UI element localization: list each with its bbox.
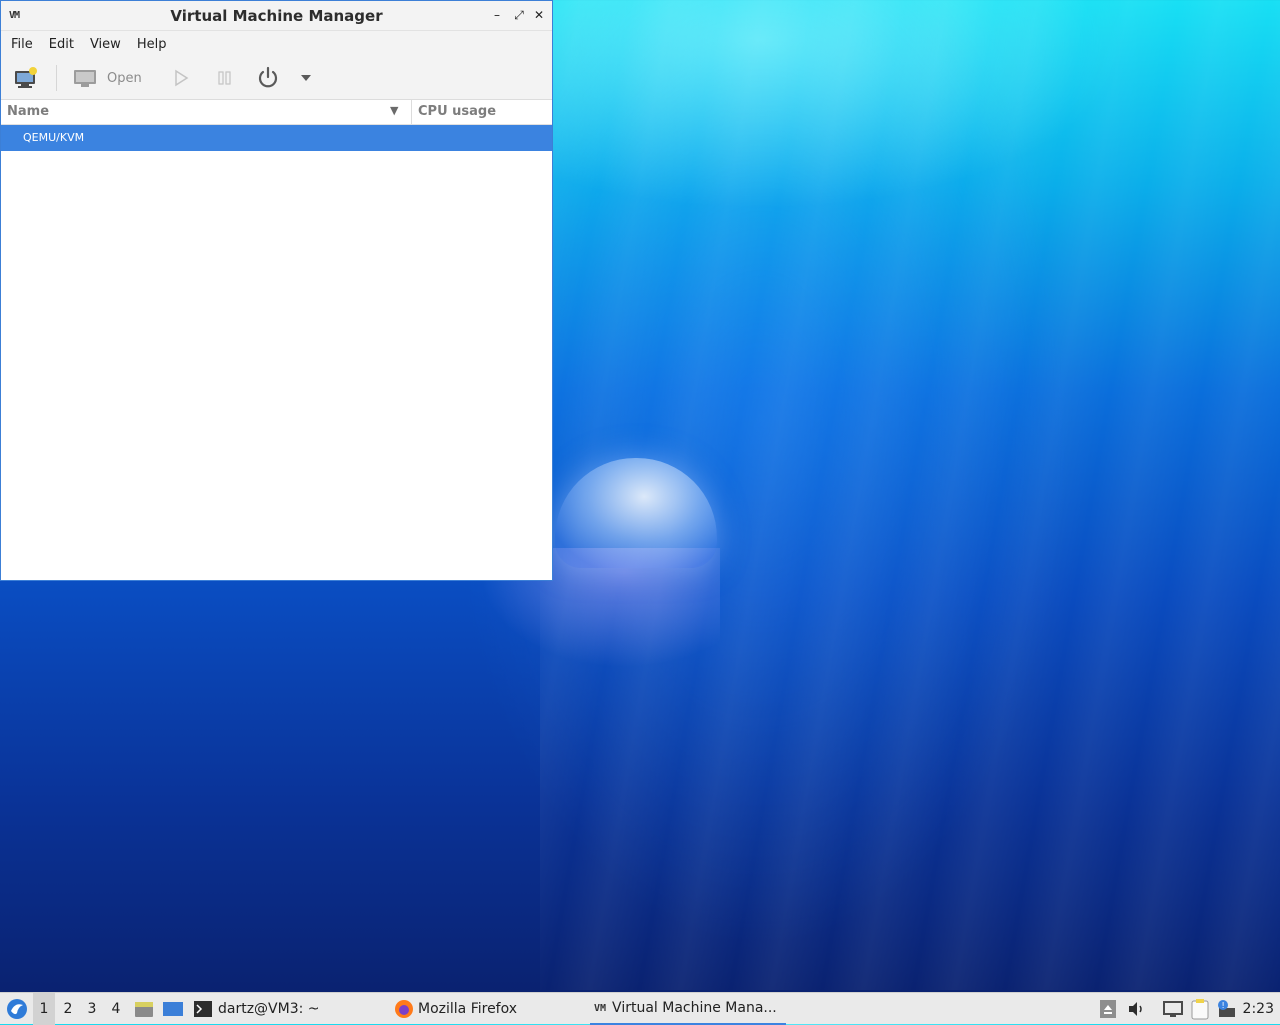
- pause-icon: [218, 71, 231, 85]
- clipboard-icon: [1191, 999, 1209, 1020]
- firefox-icon: [395, 1000, 413, 1018]
- clock[interactable]: 2:23: [1243, 993, 1274, 1025]
- close-button[interactable]: ✕: [530, 6, 548, 24]
- task-terminal[interactable]: dartz@VM3: ~: [194, 993, 320, 1025]
- table-header: Name ▼ CPU usage: [1, 100, 552, 125]
- maximize-button[interactable]: ⤢: [510, 6, 528, 24]
- window-title: Virtual Machine Manager: [170, 7, 383, 25]
- column-header-cpu-usage[interactable]: CPU usage: [418, 104, 496, 119]
- connection-label: QEMU/KVM: [23, 131, 85, 144]
- run-button[interactable]: [173, 64, 189, 92]
- wallpaper-jellyfish: [555, 458, 717, 568]
- network-tray-icon[interactable]: [1162, 993, 1184, 1025]
- start-menu-button[interactable]: [4, 993, 30, 1025]
- workspace-3[interactable]: 3: [81, 993, 103, 1025]
- svg-text:!: !: [1222, 1001, 1225, 1010]
- shutdown-button[interactable]: [256, 64, 280, 92]
- desktop-icon: [163, 1002, 183, 1016]
- play-icon: [175, 69, 189, 87]
- virt-manager-icon: VM: [594, 1002, 607, 1014]
- new-vm-icon: [15, 67, 37, 88]
- connection-row[interactable]: QEMU/KVM: [1, 125, 552, 151]
- title-bar[interactable]: VM Virtual Machine Manager – ⤢ ✕: [1, 1, 552, 31]
- lxqt-logo-icon: [7, 999, 27, 1019]
- virt-manager-window: VM Virtual Machine Manager – ⤢ ✕ File Ed…: [0, 0, 553, 581]
- minimize-button[interactable]: –: [488, 6, 506, 24]
- monitor-icon: [74, 70, 96, 87]
- sort-descending-icon: ▼: [390, 104, 399, 117]
- task-terminal-label: dartz@VM3: ~: [218, 1001, 320, 1017]
- eject-tray-icon[interactable]: [1099, 993, 1117, 1025]
- shutdown-menu-button[interactable]: [299, 64, 313, 92]
- notification-icon: !: [1218, 1000, 1235, 1017]
- task-virt-manager[interactable]: VM Virtual Machine Mana...: [590, 993, 786, 1025]
- open-button-label: Open: [107, 70, 142, 86]
- task-virt-manager-label: Virtual Machine Mana...: [612, 1000, 777, 1016]
- menu-bar: File Edit View Help: [1, 31, 552, 57]
- speaker-icon: [1129, 1002, 1142, 1016]
- folder-icon: [135, 1002, 153, 1017]
- pause-button[interactable]: [217, 64, 233, 92]
- new-vm-button[interactable]: [13, 64, 39, 92]
- terminal-icon: [194, 1001, 212, 1017]
- open-button[interactable]: Open: [73, 64, 142, 92]
- notification-tray-icon[interactable]: !: [1216, 993, 1238, 1025]
- volume-tray-icon[interactable]: [1126, 993, 1146, 1025]
- taskbar: 1 2 3 4 dartz@VM3: ~ Mozilla Firefox VM …: [0, 992, 1280, 1025]
- chevron-down-icon: [301, 75, 311, 81]
- show-desktop-button[interactable]: [162, 993, 184, 1025]
- file-manager-launcher[interactable]: [134, 993, 154, 1025]
- toolbar: Open: [1, 57, 552, 100]
- network-icon: [1163, 1001, 1183, 1017]
- menu-edit[interactable]: Edit: [41, 37, 82, 52]
- menu-help[interactable]: Help: [129, 37, 175, 52]
- menu-file[interactable]: File: [3, 37, 41, 52]
- power-icon: [258, 66, 278, 88]
- workspace-2[interactable]: 2: [57, 993, 79, 1025]
- menu-view[interactable]: View: [82, 37, 129, 52]
- workspace-1[interactable]: 1: [33, 993, 55, 1025]
- column-divider[interactable]: [411, 100, 412, 124]
- clipboard-tray-icon[interactable]: [1190, 993, 1210, 1025]
- task-firefox[interactable]: Mozilla Firefox: [394, 993, 517, 1025]
- eject-icon: [1100, 1000, 1116, 1018]
- workspace-4[interactable]: 4: [105, 993, 127, 1025]
- toolbar-separator: [56, 65, 57, 91]
- task-firefox-label: Mozilla Firefox: [418, 1001, 518, 1017]
- column-header-name[interactable]: Name: [7, 104, 49, 119]
